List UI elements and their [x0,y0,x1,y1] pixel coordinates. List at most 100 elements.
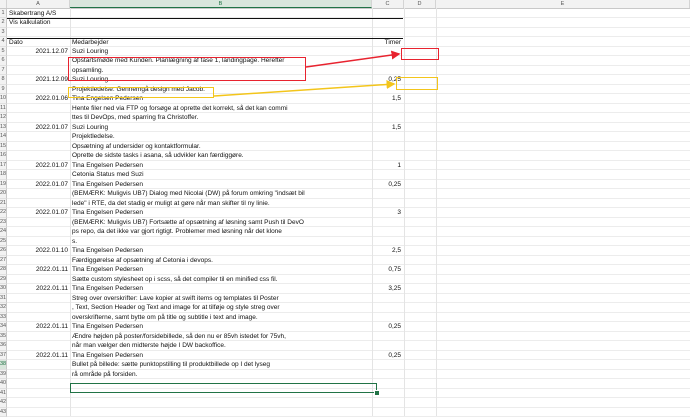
description-cell[interactable]: Opsætning af undersider og kontaktformul… [72,142,201,152]
row-header-10[interactable]: 10 [0,94,7,104]
row-header-30[interactable]: 30 [0,284,7,294]
date-cell[interactable]: 2021.12.07 [7,47,68,57]
description-cell[interactable]: Suzi Louring [72,123,108,133]
company-name[interactable]: Skabertrang A/S [9,9,56,19]
date-cell[interactable]: 2022.01.06 [7,94,68,104]
row-header-26[interactable]: 26 [0,246,7,256]
hours-cell[interactable]: 1,5 [372,123,401,133]
date-cell[interactable]: 2022.01.11 [7,265,68,275]
row-header-5[interactable]: 5 [0,47,7,57]
column-header-a[interactable]: A [7,0,70,8]
row-header-17[interactable]: 17 [0,161,7,171]
row-header-20[interactable]: 20 [0,189,7,199]
description-cell[interactable]: Streg over overskrifter: Lave kopier at … [72,294,279,304]
row-header-38[interactable]: 38 [0,360,7,370]
row-header-12[interactable]: 12 [0,113,7,123]
hours-cell[interactable]: 0,25 [372,322,401,332]
date-cell[interactable]: 2022.01.07 [7,180,68,190]
row-header-27[interactable]: 27 [0,256,7,266]
description-cell[interactable]: Oprette de sidste tasks i asana, så udvi… [72,151,244,161]
column-header-d[interactable]: D [404,0,436,8]
description-cell[interactable]: rå område på forsiden. [72,370,137,380]
description-cell[interactable]: ttes til DevOps, med sparring fra Christ… [72,113,198,123]
row-header-18[interactable]: 18 [0,170,7,180]
hours-cell[interactable]: 0,25 [372,180,401,190]
date-cell[interactable]: 2022.01.07 [7,161,68,171]
description-cell[interactable]: Projektledelse. [72,132,115,142]
description-cell[interactable]: overskrifterne, samt bytte om på title o… [72,313,258,323]
description-cell[interactable]: Bullet på billede: sætte punktopstilling… [72,360,270,370]
description-cell[interactable]: Cetonia Status med Suzi [72,170,144,180]
description-cell[interactable]: Tina Engelsen Pedersen [72,161,143,171]
date-cell[interactable]: 2022.01.11 [7,284,68,294]
row-header-33[interactable]: 33 [0,313,7,323]
row-header-28[interactable]: 28 [0,265,7,275]
row-header-9[interactable]: 9 [0,85,7,95]
hours-cell[interactable]: 2,5 [372,246,401,256]
row-header-22[interactable]: 22 [0,208,7,218]
row-header-35[interactable]: 35 [0,332,7,342]
column-header-b[interactable]: B [70,0,372,8]
row-header-16[interactable]: 16 [0,151,7,161]
description-cell[interactable]: ps repo, da det ikke var gjort rigtigt. … [72,227,282,237]
row-header-11[interactable]: 11 [0,104,7,114]
column-header-c[interactable]: C [372,0,404,8]
description-cell[interactable]: Tina Engelsen Pedersen [72,246,143,256]
row-header-25[interactable]: 25 [0,237,7,247]
row-header-42[interactable]: 42 [0,398,7,408]
row-header-29[interactable]: 29 [0,275,7,285]
row-header-36[interactable]: 36 [0,341,7,351]
description-cell[interactable]: s. [72,237,77,247]
description-cell[interactable]: når man vælger den midterste højde I DW … [72,341,226,351]
date-cell[interactable]: 2022.01.07 [7,123,68,133]
description-cell[interactable]: Tina Engelsen Pedersen [72,284,143,294]
hours-cell[interactable]: 1 [372,161,401,171]
row-header-37[interactable]: 37 [0,351,7,361]
row-header-4[interactable]: 4 [0,37,7,47]
date-cell[interactable]: 2022.01.07 [7,208,68,218]
report-subtitle[interactable]: Vis kalkulation [9,18,50,28]
description-cell[interactable]: , Text, Section Header og Text and image… [72,303,280,313]
active-cell-selection[interactable] [70,383,377,393]
description-cell[interactable]: lede" i RTE, da det stadig er muligt at … [72,199,270,209]
row-header-14[interactable]: 14 [0,132,7,142]
date-cell[interactable]: 2022.01.10 [7,246,68,256]
date-cell[interactable]: 2022.01.11 [7,351,68,361]
hours-cell[interactable]: 0,75 [372,265,401,275]
hours-cell[interactable]: 3,25 [372,284,401,294]
row-header-34[interactable]: 34 [0,322,7,332]
row-header-39[interactable]: 39 [0,370,7,380]
description-cell[interactable]: (BEMÆRK: Muligvis UB7) Fortsætte af opsæ… [72,218,304,228]
row-header-2[interactable]: 2 [0,18,7,28]
row-header-40[interactable]: 40 [0,379,7,389]
row-header-3[interactable]: 3 [0,28,7,38]
row-header-7[interactable]: 7 [0,66,7,76]
column-header-e[interactable]: E [436,0,690,8]
row-header-6[interactable]: 6 [0,56,7,66]
column-label-hours[interactable]: Timer [372,38,401,48]
fill-handle[interactable] [374,390,380,396]
date-cell[interactable]: 2021.12.09 [7,75,68,85]
date-cell[interactable]: 2022.01.11 [7,322,68,332]
description-cell[interactable]: Tina Engelsen Pedersen [72,208,143,218]
row-header-23[interactable]: 23 [0,218,7,228]
description-cell[interactable]: Hente filer ned via FTP og forsøge at op… [72,104,288,114]
hours-cell[interactable]: 3 [372,208,401,218]
hours-cell[interactable]: 0,25 [372,351,401,361]
row-header-15[interactable]: 15 [0,142,7,152]
description-cell[interactable]: Suzi Louring [72,47,108,57]
row-header-41[interactable]: 41 [0,389,7,399]
row-header-13[interactable]: 13 [0,123,7,133]
description-cell[interactable]: Tina Engelsen Pedersen [72,322,143,332]
description-cell[interactable]: Tina Engelsen Pedersen [72,180,143,190]
row-header-1[interactable]: 1 [0,9,7,19]
description-cell[interactable]: Sætte custom stylesheet op i scss, så de… [72,275,278,285]
description-cell[interactable]: Tina Engelsen Pedersen [72,351,143,361]
row-header-19[interactable]: 19 [0,180,7,190]
hours-cell[interactable]: 1,5 [372,94,401,104]
select-all-corner[interactable] [0,0,7,8]
description-cell[interactable]: Tina Engelsen Pedersen [72,265,143,275]
description-cell[interactable]: Ændre højden på poster/forsidebillede, s… [72,332,286,342]
row-header-8[interactable]: 8 [0,75,7,85]
description-cell[interactable]: Færdiggørelse af opsætning af Cetonia i … [72,256,213,266]
